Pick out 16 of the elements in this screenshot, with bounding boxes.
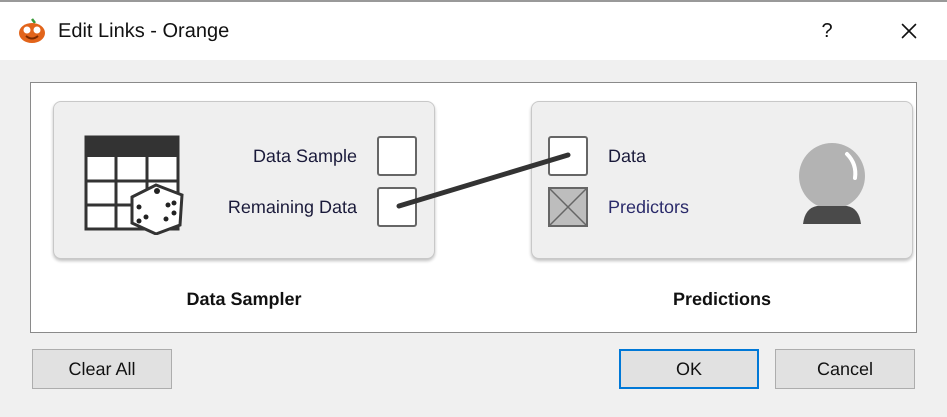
app-logo-icon xyxy=(18,18,46,44)
node-title: Data Sampler xyxy=(186,288,302,311)
crystal-ball-icon xyxy=(797,142,867,226)
dialog-button[interactable]: Cancel xyxy=(775,349,915,389)
port[interactable] xyxy=(548,136,588,176)
help-button[interactable]: ? xyxy=(807,16,847,46)
dialog-button[interactable]: OK xyxy=(619,349,759,389)
port-label: Remaining Data xyxy=(228,196,357,219)
dialog-button[interactable]: Clear All xyxy=(32,349,172,389)
node-title: Predictions xyxy=(672,288,772,311)
port[interactable] xyxy=(377,136,417,176)
port-label: Predictors xyxy=(608,196,690,218)
port-label: Data Sample xyxy=(252,144,357,168)
window-title: Edit Links - Orange xyxy=(58,19,230,44)
port[interactable] xyxy=(377,187,417,227)
port-label: Data xyxy=(608,144,646,168)
